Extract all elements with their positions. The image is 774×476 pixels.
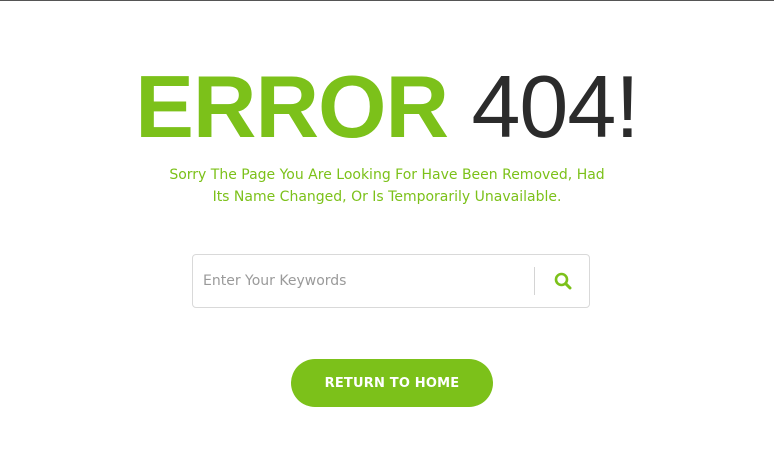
title-error-word: ERROR xyxy=(135,57,449,156)
search-input[interactable] xyxy=(193,255,531,307)
error-message-line-1: Sorry The Page You Are Looking For Have … xyxy=(169,167,605,183)
error-page: ERROR 404! Sorry The Page You Are Lookin… xyxy=(0,0,774,476)
search-divider xyxy=(534,267,535,295)
search-icon xyxy=(554,272,572,290)
return-home-button[interactable]: RETURN TO HOME xyxy=(291,359,493,407)
search-button[interactable] xyxy=(545,263,581,299)
title-error-code: 404! xyxy=(471,57,639,156)
error-message-line-2: Its Name Changed, Or Is Temporarily Unav… xyxy=(212,189,562,205)
page-title: ERROR 404! xyxy=(0,61,774,153)
search-form xyxy=(192,254,590,308)
error-message: Sorry The Page You Are Looking For Have … xyxy=(0,164,774,208)
